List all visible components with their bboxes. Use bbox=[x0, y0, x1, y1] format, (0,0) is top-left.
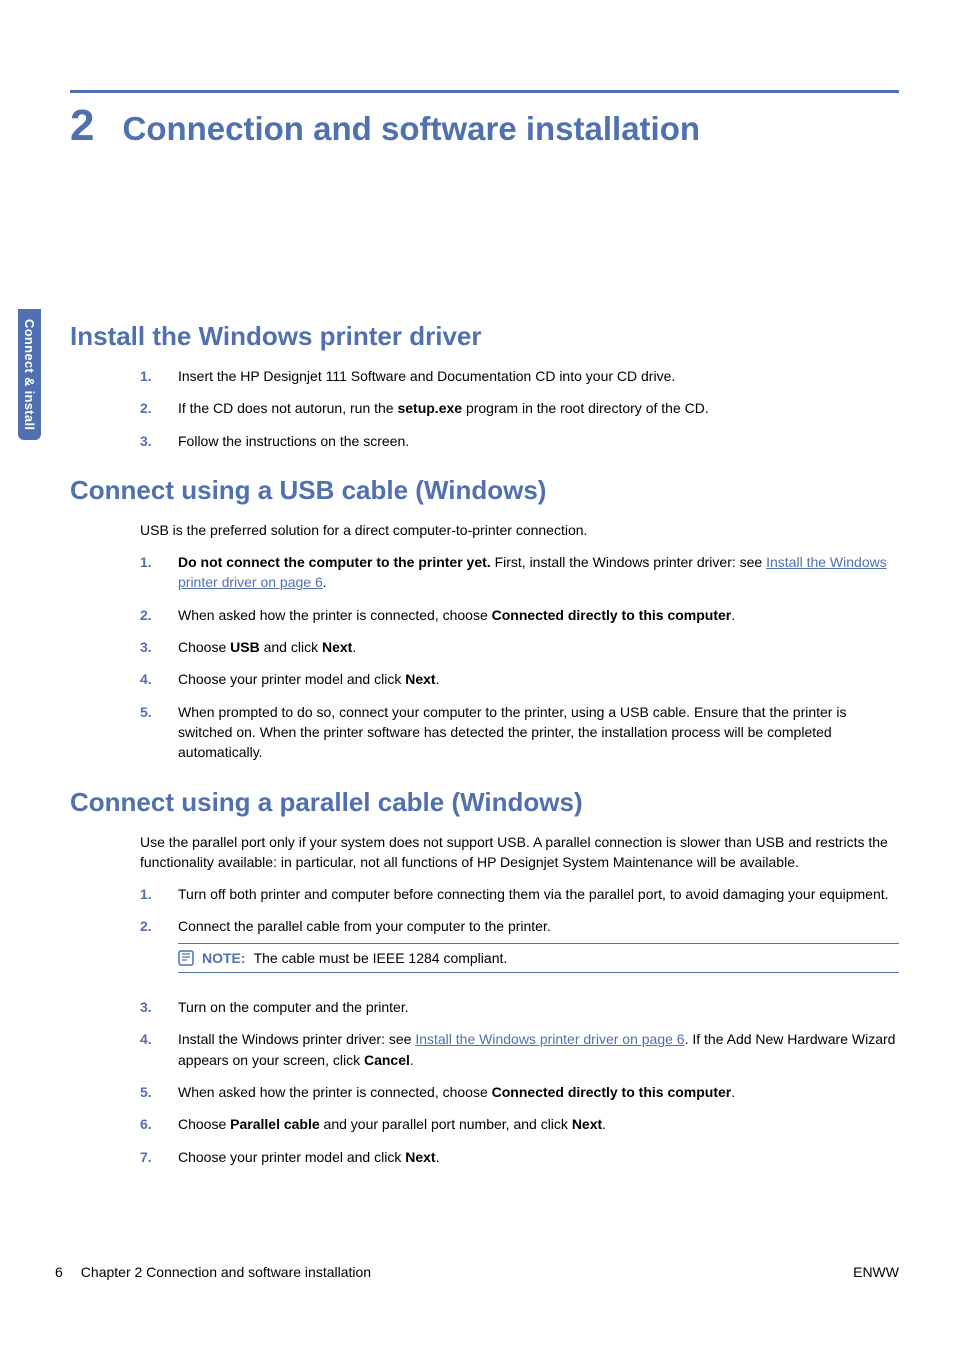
list-item: 2. If the CD does not autorun, run the s… bbox=[140, 398, 899, 418]
list-item: 3. Choose USB and click Next. bbox=[140, 637, 899, 657]
list-parallel: 1. Turn off both printer and computer be… bbox=[140, 884, 899, 1167]
list-number: 1. bbox=[140, 366, 158, 386]
list-item: 2. Connect the parallel cable from your … bbox=[140, 916, 899, 985]
list-item: 1. Turn off both printer and computer be… bbox=[140, 884, 899, 904]
list-text: When asked how the printer is connected,… bbox=[178, 1082, 899, 1102]
list-item: 3. Turn on the computer and the printer. bbox=[140, 997, 899, 1017]
side-tab: Connect & install bbox=[18, 309, 41, 440]
list-text: Turn off both printer and computer befor… bbox=[178, 884, 899, 904]
list-text: Install the Windows printer driver: see … bbox=[178, 1029, 899, 1070]
note-text: The cable must be IEEE 1284 compliant. bbox=[254, 948, 508, 968]
chapter-rule bbox=[70, 90, 899, 93]
section-intro: Use the parallel port only if your syste… bbox=[140, 832, 899, 873]
list-item: 1. Do not connect the computer to the pr… bbox=[140, 552, 899, 593]
list-text: Connect the parallel cable from your com… bbox=[178, 916, 899, 985]
footer-left: 6Chapter 2 Connection and software insta… bbox=[55, 1264, 371, 1280]
list-item: 3. Follow the instructions on the screen… bbox=[140, 431, 899, 451]
chapter-number: 2 bbox=[70, 101, 94, 151]
list-item: 1. Insert the HP Designjet 111 Software … bbox=[140, 366, 899, 386]
list-text: If the CD does not autorun, run the setu… bbox=[178, 398, 899, 418]
note-box: NOTE: The cable must be IEEE 1284 compli… bbox=[178, 943, 899, 973]
list-item: 4. Choose your printer model and click N… bbox=[140, 669, 899, 689]
list-text: Choose your printer model and click Next… bbox=[178, 669, 899, 689]
list-text: Turn on the computer and the printer. bbox=[178, 997, 899, 1017]
section-intro: USB is the preferred solution for a dire… bbox=[140, 520, 899, 540]
list-number: 3. bbox=[140, 637, 158, 657]
list-number: 5. bbox=[140, 1082, 158, 1102]
list-text: When prompted to do so, connect your com… bbox=[178, 702, 899, 763]
list-text: Choose USB and click Next. bbox=[178, 637, 899, 657]
list-number: 2. bbox=[140, 398, 158, 418]
list-number: 2. bbox=[140, 605, 158, 625]
list-item: 6. Choose Parallel cable and your parall… bbox=[140, 1114, 899, 1134]
list-item: 4. Install the Windows printer driver: s… bbox=[140, 1029, 899, 1070]
list-text: Do not connect the computer to the print… bbox=[178, 552, 899, 593]
note-icon bbox=[178, 950, 194, 966]
list-number: 5. bbox=[140, 702, 158, 763]
page-footer: 6Chapter 2 Connection and software insta… bbox=[55, 1264, 899, 1280]
list-text: Insert the HP Designjet 111 Software and… bbox=[178, 366, 899, 386]
list-number: 4. bbox=[140, 1029, 158, 1070]
list-item: 5. When prompted to do so, connect your … bbox=[140, 702, 899, 763]
list-number: 4. bbox=[140, 669, 158, 689]
list-number: 6. bbox=[140, 1114, 158, 1134]
link-install-driver[interactable]: Install the Windows printer driver on pa… bbox=[415, 1031, 684, 1047]
list-text: Choose your printer model and click Next… bbox=[178, 1147, 899, 1167]
page-content: 2 Connection and software installation I… bbox=[70, 90, 899, 1179]
list-text: When asked how the printer is connected,… bbox=[178, 605, 899, 625]
list-number: 3. bbox=[140, 997, 158, 1017]
list-item: 7. Choose your printer model and click N… bbox=[140, 1147, 899, 1167]
list-install-driver: 1. Insert the HP Designjet 111 Software … bbox=[140, 366, 899, 451]
section-heading-install-driver: Install the Windows printer driver bbox=[70, 321, 899, 352]
list-number: 1. bbox=[140, 552, 158, 593]
list-text: Choose Parallel cable and your parallel … bbox=[178, 1114, 899, 1134]
section-heading-usb: Connect using a USB cable (Windows) bbox=[70, 475, 899, 506]
list-item: 2. When asked how the printer is connect… bbox=[140, 605, 899, 625]
list-item: 5. When asked how the printer is connect… bbox=[140, 1082, 899, 1102]
page-number: 6 bbox=[55, 1264, 63, 1280]
list-number: 3. bbox=[140, 431, 158, 451]
section-heading-parallel: Connect using a parallel cable (Windows) bbox=[70, 787, 899, 818]
list-number: 7. bbox=[140, 1147, 158, 1167]
list-number: 1. bbox=[140, 884, 158, 904]
list-text: Follow the instructions on the screen. bbox=[178, 431, 899, 451]
chapter-heading: 2 Connection and software installation bbox=[70, 101, 899, 151]
list-usb: 1. Do not connect the computer to the pr… bbox=[140, 552, 899, 762]
list-number: 2. bbox=[140, 916, 158, 985]
footer-right: ENWW bbox=[853, 1264, 899, 1280]
chapter-title: Connection and software installation bbox=[122, 110, 700, 148]
note-label: NOTE: bbox=[202, 948, 246, 968]
